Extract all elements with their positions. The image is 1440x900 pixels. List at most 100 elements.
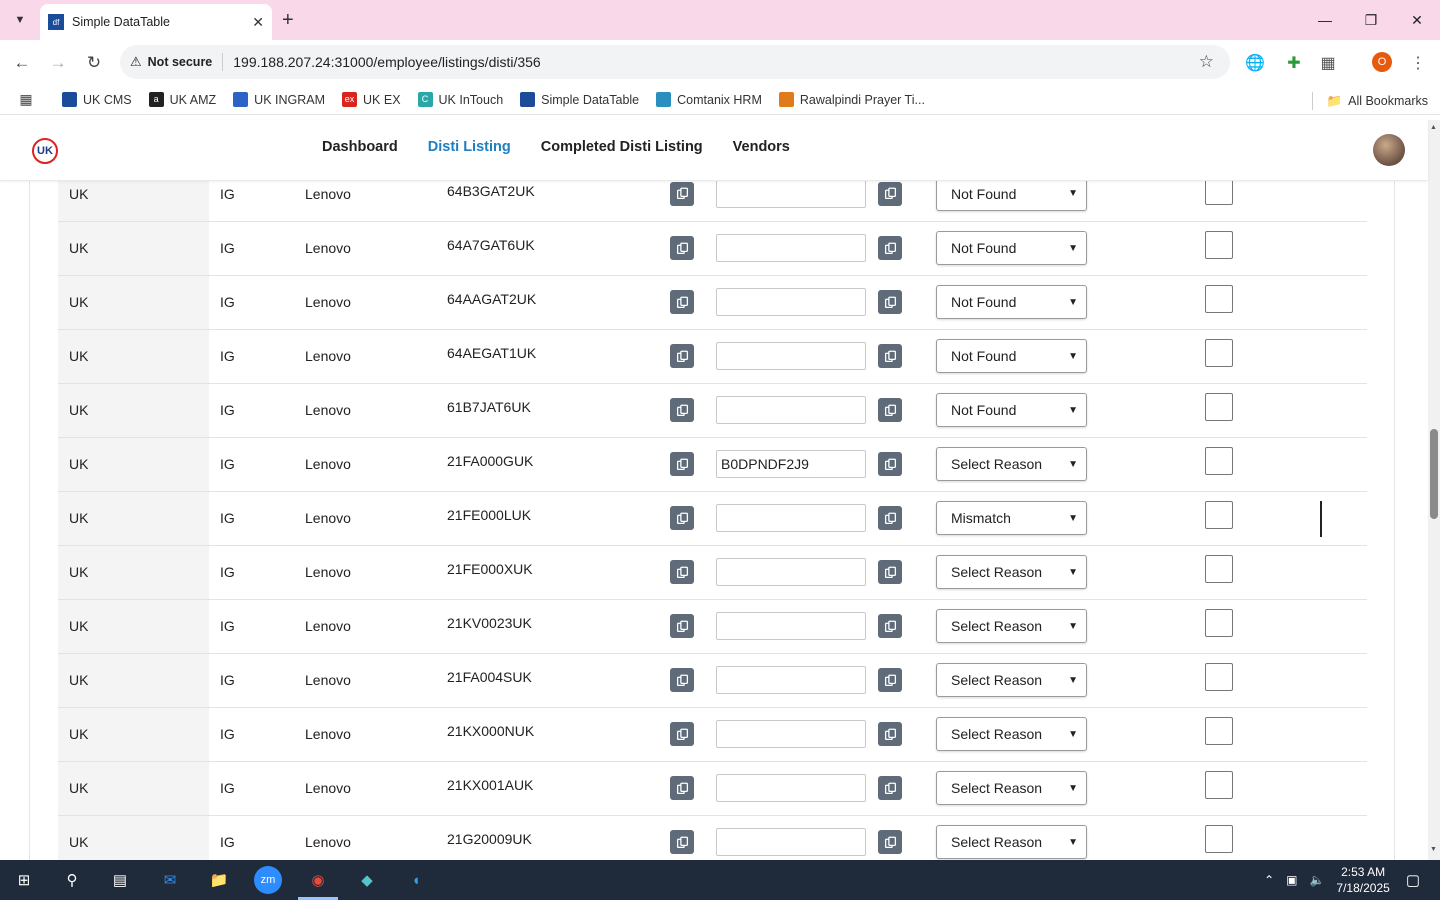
bookmark-item[interactable]: UK CMS bbox=[62, 92, 132, 107]
asin-input[interactable] bbox=[716, 342, 866, 370]
paste-asin-icon[interactable] bbox=[878, 344, 902, 368]
copy-sku-icon[interactable] bbox=[670, 236, 694, 260]
volume-muted-icon[interactable]: 🔈 bbox=[1309, 873, 1324, 887]
reason-select[interactable]: Not Found ▼ bbox=[936, 181, 1087, 211]
close-window-icon[interactable]: ✕ bbox=[1394, 0, 1440, 40]
security-label[interactable]: Not secure bbox=[148, 55, 213, 69]
notifications-icon[interactable]: ▢ bbox=[1406, 871, 1420, 889]
asin-input[interactable] bbox=[716, 720, 866, 748]
bookmark-item[interactable]: UK INGRAM bbox=[233, 92, 325, 107]
row-checkbox[interactable] bbox=[1205, 285, 1233, 313]
asin-input[interactable] bbox=[716, 612, 866, 640]
reason-select[interactable]: Select Reason ▼ bbox=[936, 717, 1087, 751]
paste-asin-icon[interactable] bbox=[878, 560, 902, 584]
kebab-menu-icon[interactable]: ⋮ bbox=[1406, 51, 1430, 75]
row-checkbox[interactable] bbox=[1205, 717, 1233, 745]
page-scrollbar[interactable]: ▲ ▼ bbox=[1428, 120, 1440, 860]
copy-sku-icon[interactable] bbox=[670, 344, 694, 368]
diamond-app-icon[interactable]: ◆ bbox=[353, 866, 381, 894]
reason-select[interactable]: Select Reason ▼ bbox=[936, 771, 1087, 805]
bookmark-item[interactable]: Simple DataTable bbox=[520, 92, 639, 107]
reason-select[interactable]: Mismatch ▼ bbox=[936, 501, 1087, 535]
warning-icon[interactable]: ⚠ bbox=[130, 54, 142, 70]
paste-asin-icon[interactable] bbox=[878, 452, 902, 476]
nav-disti-listing[interactable]: Disti Listing bbox=[428, 139, 511, 155]
paste-asin-icon[interactable] bbox=[878, 398, 902, 422]
asin-input[interactable] bbox=[716, 288, 866, 316]
clock[interactable]: 2:53 AM 7/18/2025 bbox=[1336, 864, 1389, 896]
copy-sku-icon[interactable] bbox=[670, 560, 694, 584]
row-checkbox[interactable] bbox=[1205, 339, 1233, 367]
paste-asin-icon[interactable] bbox=[878, 290, 902, 314]
nav-completed-disti-listing[interactable]: Completed Disti Listing bbox=[541, 139, 703, 155]
bookmark-item[interactable]: a UK AMZ bbox=[148, 92, 216, 107]
profile-avatar[interactable]: O bbox=[1372, 52, 1392, 72]
copy-sku-icon[interactable] bbox=[670, 776, 694, 800]
asin-input[interactable] bbox=[716, 666, 866, 694]
reason-select[interactable]: Not Found ▼ bbox=[936, 285, 1087, 319]
address-bar[interactable]: ⚠ Not secure 199.188.207.24:31000/employ… bbox=[120, 45, 1230, 79]
paste-asin-icon[interactable] bbox=[878, 830, 902, 854]
bookmark-item[interactable]: C UK InTouch bbox=[417, 92, 503, 107]
row-checkbox[interactable] bbox=[1205, 555, 1233, 583]
tab-simple-datatable[interactable]: df Simple DataTable ✕ bbox=[40, 4, 272, 40]
reason-select[interactable]: Select Reason ▼ bbox=[936, 555, 1087, 589]
scrollbar-thumb[interactable] bbox=[1430, 429, 1438, 519]
search-icon[interactable]: ⚲ bbox=[58, 866, 86, 894]
paste-asin-icon[interactable] bbox=[878, 614, 902, 638]
uk-logo[interactable]: UK bbox=[32, 138, 58, 164]
row-checkbox[interactable] bbox=[1205, 447, 1233, 475]
zoom-icon[interactable]: zm bbox=[254, 866, 282, 894]
nav-dashboard[interactable]: Dashboard bbox=[322, 139, 398, 155]
reason-select[interactable]: Select Reason ▼ bbox=[936, 609, 1087, 643]
tab-search-chevron-icon[interactable]: ▼ bbox=[8, 8, 32, 32]
windows-start-icon[interactable]: ⊞ bbox=[10, 866, 38, 894]
copy-sku-icon[interactable] bbox=[670, 722, 694, 746]
paste-asin-icon[interactable] bbox=[878, 236, 902, 260]
chevron-up-icon[interactable]: ⌃ bbox=[1264, 873, 1274, 887]
paste-asin-icon[interactable] bbox=[878, 668, 902, 692]
extensions-icon[interactable]: ▦ bbox=[1316, 51, 1340, 75]
copy-sku-icon[interactable] bbox=[670, 181, 694, 206]
reason-select[interactable]: Not Found ▼ bbox=[936, 231, 1087, 265]
paste-asin-icon[interactable] bbox=[878, 722, 902, 746]
reason-select[interactable]: Select Reason ▼ bbox=[936, 663, 1087, 697]
task-view-icon[interactable]: ▤ bbox=[106, 866, 134, 894]
translate-globe-icon[interactable]: 🌐 bbox=[1243, 51, 1267, 75]
minimize-icon[interactable]: — bbox=[1302, 0, 1348, 40]
paste-asin-icon[interactable] bbox=[878, 506, 902, 530]
asin-input[interactable] bbox=[716, 181, 866, 208]
file-explorer-icon[interactable]: 📁 bbox=[205, 866, 233, 894]
scroll-up-icon[interactable]: ▲ bbox=[1430, 124, 1437, 131]
asin-input[interactable] bbox=[716, 558, 866, 586]
nav-vendors[interactable]: Vendors bbox=[733, 139, 790, 155]
extension-puzzle-green-icon[interactable]: ✚ bbox=[1282, 51, 1306, 75]
reason-select[interactable]: Select Reason ▼ bbox=[936, 825, 1087, 859]
network-icon[interactable]: ▣ bbox=[1286, 873, 1297, 887]
reason-select[interactable]: Not Found ▼ bbox=[936, 393, 1087, 427]
row-checkbox[interactable] bbox=[1205, 771, 1233, 799]
paste-asin-icon[interactable] bbox=[878, 776, 902, 800]
outlook-icon[interactable]: ✉ bbox=[156, 866, 184, 894]
close-tab-icon[interactable]: ✕ bbox=[252, 14, 264, 31]
reason-select[interactable]: Select Reason ▼ bbox=[936, 447, 1087, 481]
edge-icon[interactable]: ◖ bbox=[402, 866, 430, 894]
bookmark-item[interactable]: ex UK EX bbox=[342, 92, 401, 107]
reload-icon[interactable]: ↻ bbox=[81, 50, 107, 76]
row-checkbox[interactable] bbox=[1205, 181, 1233, 205]
row-checkbox[interactable] bbox=[1205, 501, 1233, 529]
chrome-icon[interactable]: ◉ bbox=[304, 866, 332, 894]
bookmark-item[interactable]: Rawalpindi Prayer Ti... bbox=[778, 92, 925, 107]
asin-input[interactable] bbox=[716, 504, 866, 532]
copy-sku-icon[interactable] bbox=[670, 290, 694, 314]
bookmark-item[interactable]: Comtanix HRM bbox=[656, 92, 762, 107]
copy-sku-icon[interactable] bbox=[670, 398, 694, 422]
back-arrow-icon[interactable]: ← bbox=[9, 50, 35, 76]
restore-icon[interactable]: ❐ bbox=[1348, 0, 1394, 40]
bookmark-star-icon[interactable]: ☆ bbox=[1199, 52, 1214, 72]
copy-sku-icon[interactable] bbox=[670, 452, 694, 476]
all-bookmarks[interactable]: 📁 All Bookmarks bbox=[1311, 92, 1428, 110]
user-avatar[interactable] bbox=[1373, 134, 1405, 166]
forward-arrow-icon[interactable]: → bbox=[45, 50, 71, 76]
copy-sku-icon[interactable] bbox=[670, 668, 694, 692]
